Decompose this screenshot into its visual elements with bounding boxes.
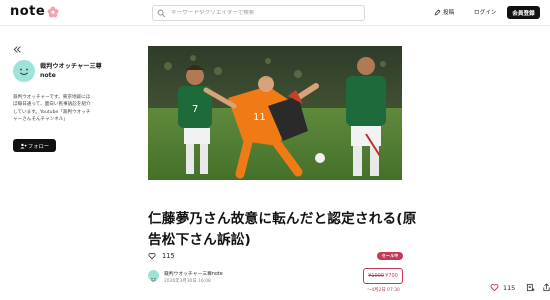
pen-icon <box>434 9 441 15</box>
sale-badge: セール中 <box>377 252 403 260</box>
like-row: 115 <box>148 252 175 260</box>
flower-icon <box>47 6 59 18</box>
header: note 投稿 ログイン 会員登録 <box>0 0 550 26</box>
search-input[interactable] <box>171 10 361 16</box>
sale-end-date: 〜4月2日 07:30 <box>367 288 400 293</box>
original-price: ¥1000 <box>368 273 385 279</box>
sale-price: ¥700 <box>385 273 398 279</box>
publish-date: 2026年3月30日 16:08 <box>164 279 211 284</box>
soccer-photo: 7 11 <box>148 46 402 180</box>
post-label: 投稿 <box>443 10 455 16</box>
search-box[interactable] <box>152 5 365 21</box>
follow-label: フォロー <box>27 143 50 150</box>
floating-like-count: 115 <box>503 283 516 292</box>
author-name[interactable]: 裁判ウオッチャー三尊note <box>40 62 112 80</box>
follow-button[interactable]: フォロー <box>13 139 56 152</box>
svg-text:11: 11 <box>253 112 266 123</box>
hero-image: 7 11 <box>148 46 402 180</box>
svg-text:7: 7 <box>192 104 198 115</box>
collapse-sidebar-icon[interactable] <box>13 45 22 54</box>
like-count: 115 <box>162 252 175 260</box>
author-description: 裁判ウオッチャーです。東京地裁にほぼ毎日通って、面白い民事訴訟を紹介しています。… <box>13 95 91 123</box>
share-icon[interactable] <box>542 283 550 292</box>
signup-button[interactable]: 会員登録 <box>507 6 540 19</box>
byline-author-name[interactable]: 裁判ウオッチャー三尊note <box>164 270 223 277</box>
search-icon <box>157 9 166 17</box>
logo-text: note <box>10 4 46 19</box>
byline-avatar[interactable] <box>148 270 159 282</box>
login-button[interactable]: ログイン <box>474 8 496 16</box>
magazine-add-icon[interactable] <box>526 283 535 292</box>
article-title: 仁藤夢乃さん故意に転んだと認定される(原告松下さん訴訟) <box>148 211 417 248</box>
heart-icon[interactable] <box>490 283 499 292</box>
smile-face-icon <box>20 68 28 75</box>
add-user-icon <box>20 143 27 148</box>
author-avatar[interactable] <box>13 60 35 82</box>
post-button[interactable]: 投稿 <box>434 8 454 16</box>
floating-action-bar: 115 <box>490 283 550 292</box>
smile-face-icon <box>151 278 156 282</box>
purchase-button[interactable]: ¥1000 ¥700 <box>363 268 403 284</box>
heart-icon[interactable] <box>148 252 156 260</box>
note-logo[interactable]: note <box>10 5 59 19</box>
